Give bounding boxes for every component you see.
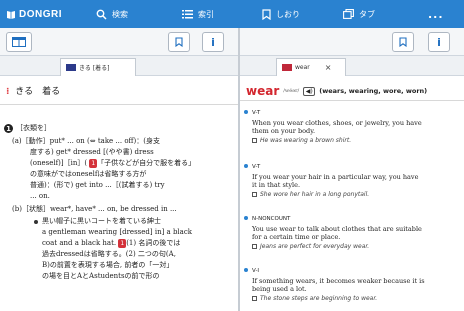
definition-line: If something wears, it becomes weaker be… (252, 277, 425, 285)
bookmark-icon (175, 37, 183, 47)
right-entry-tab-label: wear (295, 64, 310, 71)
definition-line: You use wear to talk about clothes that … (252, 225, 422, 233)
sense-heading: ［衣類を］ (16, 124, 51, 132)
part-of-speech: V-T (252, 164, 261, 170)
entry-line: 普通)：(形で) get into ...［(試着する) try (30, 181, 165, 189)
app-logo-text: DONGRI (19, 8, 62, 20)
sense-marker-icon (244, 110, 248, 114)
dictionary-flag-icon (282, 64, 292, 71)
example-sentence: The stone steps are beginning to wear. (252, 295, 377, 302)
sense-marker-icon (244, 164, 248, 168)
tabs-nav-button[interactable]: タブ (343, 0, 375, 28)
search-icon (96, 9, 107, 20)
jp-headword: ⁝ きる 着る (6, 84, 60, 97)
headword-mark-icon: ⁝ (6, 87, 10, 97)
part-of-speech: V-T (252, 110, 261, 116)
checkbox-icon (252, 244, 257, 249)
example-jp: 黒い帽子に黒いコートを着ている紳士 (42, 217, 161, 225)
checkbox-icon (252, 138, 257, 143)
jp-headword-text: きる 着る (15, 87, 61, 97)
example-sentence: He was wearing a brown shirt. (252, 137, 351, 144)
sense-marker-icon (244, 216, 248, 220)
bookmark-nav-button[interactable]: しおり (262, 0, 300, 28)
headword-divider (240, 100, 464, 101)
close-tab-icon[interactable]: × (325, 63, 332, 72)
headword-divider (0, 104, 238, 105)
part-of-speech: V-I (252, 268, 260, 274)
left-info-button[interactable]: i (202, 32, 224, 52)
right-bookmark-button[interactable] (392, 32, 414, 52)
info-icon: i (437, 35, 441, 49)
left-bookmark-button[interactable] (168, 32, 190, 52)
sense-marker-icon (244, 268, 248, 272)
entry-line: B)の前置を表現する場合, 前者の「一対」 (42, 261, 174, 269)
sense-number-icon: 1 (4, 124, 13, 133)
checkbox-icon (252, 192, 257, 197)
bookmark-icon (399, 37, 407, 47)
pronunciation: /wéər/ (283, 88, 300, 94)
definition-line: for a certain time or place. (252, 233, 341, 241)
left-entry-content: ⁝ きる 着る 1 ［衣類を］ (a)［動作］put* ... on (⇔ ta… (0, 78, 238, 311)
split-view-button[interactable] (6, 32, 32, 52)
left-entry-tab[interactable]: きる [着る] (60, 58, 136, 76)
note-badge: 1 (89, 159, 98, 168)
tabs-icon (343, 9, 354, 19)
word-forms: (wears, wearing, wore, worn) (319, 87, 428, 95)
example-en: coat and a black hat. 1 (1) 名詞の後では (42, 239, 181, 248)
inline-note: 「子供などが自分で服を着る」 (97, 159, 196, 167)
app-logo: DONGRI (0, 9, 86, 20)
entry-line: の場を目とAとAstudentsの前で形の (42, 272, 160, 280)
bookmark-icon (262, 8, 271, 20)
left-pane-toolbar: i (0, 28, 238, 56)
entry-line: (oneself)]［in］( 1 「子供などが自分で服を着る」 (30, 159, 196, 168)
book-logo-icon (7, 10, 15, 19)
list-icon (182, 10, 193, 19)
entry-line: の意味がではoneselfは省略する方が (30, 170, 147, 178)
en-headword: wear (246, 84, 280, 98)
definition-line: If you wear your hair in a particular wa… (252, 173, 419, 181)
entry-line: 過去dressedは省略する。(2) 二つの句(A, (42, 250, 176, 258)
right-pane-toolbar: i (240, 28, 464, 56)
search-nav-label: 検索 (112, 9, 128, 19)
left-entry-tab-label: きる [着る] (79, 65, 110, 72)
search-nav-button[interactable]: 検索 (96, 0, 128, 28)
example-en: a gentleman wearing [dressed] in] a blac… (42, 228, 192, 236)
tabs-nav-label: タブ (359, 9, 375, 19)
dictionary-flag-icon (66, 64, 76, 71)
left-tab-strip: きる [着る] (0, 56, 238, 76)
example-sentence: Jeans are perfect for everyday wear. (252, 243, 369, 250)
right-tab-strip: wear × (240, 56, 464, 76)
entry-line: 度する) get* dressed [(やや書) dress (30, 148, 154, 156)
index-nav-button[interactable]: 索引 (182, 0, 214, 28)
split-view-icon (12, 37, 26, 47)
index-nav-label: 索引 (198, 9, 214, 19)
entry-line: (a)［動作］put* ... on (⇔ take ... off)：(身支 (12, 137, 160, 145)
top-bar: DONGRI 検索 索引 しおり タブ ... (0, 0, 464, 28)
en-headword-row: wear /wéər/ ◀) (wears, wearing, wore, wo… (246, 84, 427, 98)
example-bullet-icon (34, 220, 38, 224)
bookmark-nav-label: しおり (276, 9, 300, 19)
more-menu-button[interactable]: ... (428, 0, 444, 28)
part-of-speech: N-NONCOUNT (252, 216, 291, 222)
definition-line: it in that style. (252, 181, 301, 189)
example-sentence: She wore her hair in a long ponytail. (252, 191, 369, 198)
checkbox-icon (252, 296, 257, 301)
more-icon: ... (428, 7, 444, 21)
speaker-icon[interactable]: ◀) (303, 86, 316, 96)
definition-line: being used a lot. (252, 285, 307, 293)
right-entry-content: wear /wéər/ ◀) (wears, wearing, wore, wo… (240, 78, 464, 311)
right-entry-tab[interactable]: wear × (276, 58, 346, 76)
definition-line: them on your body. (252, 127, 316, 135)
info-icon: i (211, 35, 215, 49)
entry-line: ... on. (30, 192, 50, 200)
definition-line: When you wear clothes, shoes, or jewelry… (252, 119, 422, 127)
entry-line: (b)［状態］wear*, have* ... on, be dressed i… (12, 205, 177, 213)
right-info-button[interactable]: i (428, 32, 450, 52)
